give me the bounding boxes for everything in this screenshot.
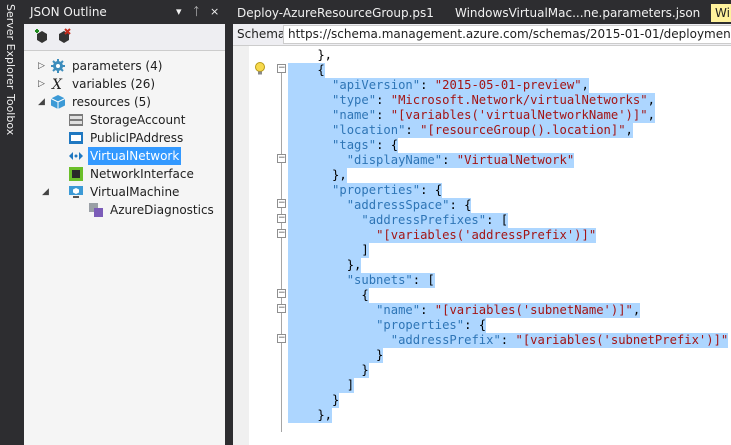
code-line[interactable]: } bbox=[288, 393, 340, 408]
svg-text:X: X bbox=[51, 77, 63, 92]
diagnostics-icon bbox=[89, 203, 103, 217]
code-line[interactable]: "properties": { bbox=[288, 183, 443, 198]
expander-icon[interactable]: ▷ bbox=[38, 57, 48, 75]
pin-icon[interactable]: ᛏ bbox=[193, 0, 200, 24]
code-line[interactable]: "[variables('addressPrefix')]" bbox=[288, 228, 597, 243]
code-line[interactable]: ] bbox=[288, 243, 369, 258]
document-tab-bar: Deploy-AzureResourceGroup.ps1 WindowsVir… bbox=[233, 0, 731, 24]
virtual-machine-icon bbox=[69, 186, 83, 198]
server-explorer-tab[interactable]: Server Explorer bbox=[0, 4, 24, 90]
side-tool-strip: Server Explorer Toolbox bbox=[0, 0, 24, 445]
dropdown-icon[interactable]: ▾ bbox=[176, 0, 182, 24]
remove-resource-icon[interactable] bbox=[56, 28, 72, 44]
code-text-area[interactable]: }, { "apiVersion": "2015-05-01-preview",… bbox=[288, 46, 731, 445]
code-line[interactable]: "properties": { bbox=[288, 318, 487, 333]
panel-splitter[interactable] bbox=[225, 0, 233, 445]
code-line[interactable]: { bbox=[288, 63, 325, 78]
indicator-margin bbox=[233, 46, 249, 445]
code-line[interactable]: "type": "Microsoft.Network/virtualNetwor… bbox=[288, 93, 655, 108]
close-icon[interactable]: × bbox=[210, 0, 219, 24]
tab-active-template[interactable]: Wi bbox=[711, 4, 731, 22]
code-line[interactable]: "addressPrefixes": [ bbox=[288, 213, 509, 228]
network-interface-icon bbox=[69, 167, 83, 181]
fold-toggle-icon[interactable]: − bbox=[277, 229, 286, 238]
fold-toggle-icon[interactable]: − bbox=[277, 154, 286, 163]
expander-icon[interactable]: ◢ bbox=[38, 93, 48, 111]
code-line[interactable]: } bbox=[288, 348, 384, 363]
fold-toggle-icon[interactable]: − bbox=[277, 214, 286, 223]
public-ip-icon bbox=[69, 132, 83, 144]
cube-icon bbox=[50, 95, 66, 109]
json-outline-title: JSON Outline bbox=[30, 5, 107, 19]
schema-dropdown[interactable]: https://schema.management.azure.com/sche… bbox=[283, 25, 731, 44]
virtual-network-icon bbox=[69, 152, 83, 160]
code-line[interactable]: "location": "[resourceGroup().location]"… bbox=[288, 123, 633, 138]
code-line[interactable]: }, bbox=[288, 168, 347, 183]
toolbox-label: Toolbox bbox=[4, 94, 17, 136]
code-line[interactable]: }, bbox=[288, 48, 332, 63]
json-outline-title-bar: JSON Outline ▾ ᛏ × bbox=[24, 0, 225, 24]
code-line[interactable]: } bbox=[288, 363, 369, 378]
code-editor[interactable]: − − − − − − − − }, { "apiVersion": "2015… bbox=[233, 46, 731, 445]
storage-icon bbox=[69, 114, 83, 126]
lightbulb-icon[interactable] bbox=[254, 62, 266, 76]
outline-toolbar bbox=[24, 24, 225, 51]
code-line[interactable]: "tags": { bbox=[288, 138, 399, 153]
code-line[interactable]: { bbox=[288, 288, 369, 303]
tree-node-label: parameters (4) bbox=[72, 59, 163, 73]
gear-icon bbox=[51, 59, 65, 73]
toolbox-tab[interactable]: Toolbox bbox=[0, 94, 24, 140]
tab-deploy-ps1[interactable]: Deploy-AzureResourceGroup.ps1 bbox=[237, 4, 447, 22]
tree-node-label: variables (26) bbox=[72, 77, 156, 91]
code-line[interactable]: }, bbox=[288, 408, 333, 423]
tree-node-label: VirtualMachine bbox=[90, 185, 180, 199]
server-explorer-label: Server Explorer bbox=[4, 4, 17, 90]
code-line[interactable]: "addressSpace": { bbox=[288, 198, 472, 213]
tab-parameters-json[interactable]: WindowsVirtualMac...ne.parameters.json bbox=[455, 4, 705, 22]
expander-icon[interactable]: ▷ bbox=[38, 75, 48, 93]
editor-gutter: − − − − − − − − bbox=[233, 46, 287, 445]
code-line[interactable]: "subnets": [ bbox=[288, 273, 435, 288]
expander-icon[interactable]: ◢ bbox=[42, 183, 52, 201]
code-line[interactable]: "addressPrefix": "[variables('subnetPref… bbox=[288, 333, 729, 348]
fold-toggle-icon[interactable]: − bbox=[277, 64, 286, 73]
fold-toggle-icon[interactable]: − bbox=[277, 289, 286, 298]
tree-node-label: PublicIPAddress bbox=[90, 131, 184, 145]
code-line[interactable]: "apiVersion": "2015-05-01-preview", bbox=[288, 78, 589, 93]
code-line[interactable]: "displayName": "VirtualNetwork" bbox=[288, 153, 575, 168]
tree-node-label: NetworkInterface bbox=[90, 167, 194, 181]
tree-node-label: VirtualNetwork bbox=[88, 147, 182, 165]
json-outline-panel: JSON Outline ▾ ᛏ × ▷ parameters (4) ▷ X … bbox=[24, 0, 225, 445]
fold-toggle-icon[interactable]: − bbox=[277, 199, 286, 208]
code-line[interactable]: ] bbox=[288, 378, 355, 393]
fold-toggle-icon[interactable]: − bbox=[277, 304, 286, 313]
code-line[interactable]: "name": "[variables('subnetName')]", bbox=[288, 303, 641, 318]
fold-guide bbox=[281, 72, 282, 432]
schema-label: Schema: bbox=[237, 27, 290, 41]
add-resource-icon[interactable] bbox=[34, 28, 50, 44]
code-line[interactable]: "name": "[variables('virtualNetworkName'… bbox=[288, 108, 655, 123]
tree-node-label: AzureDiagnostics bbox=[110, 203, 214, 217]
tree-node-label: resources (5) bbox=[72, 95, 151, 109]
fold-toggle-icon[interactable]: − bbox=[277, 334, 286, 343]
tree-node-label: StorageAccount bbox=[90, 113, 186, 127]
schema-bar: Schema: https://schema.management.azure.… bbox=[233, 24, 731, 46]
variable-x-icon: X bbox=[51, 77, 63, 92]
code-line[interactable]: }, bbox=[288, 258, 362, 273]
